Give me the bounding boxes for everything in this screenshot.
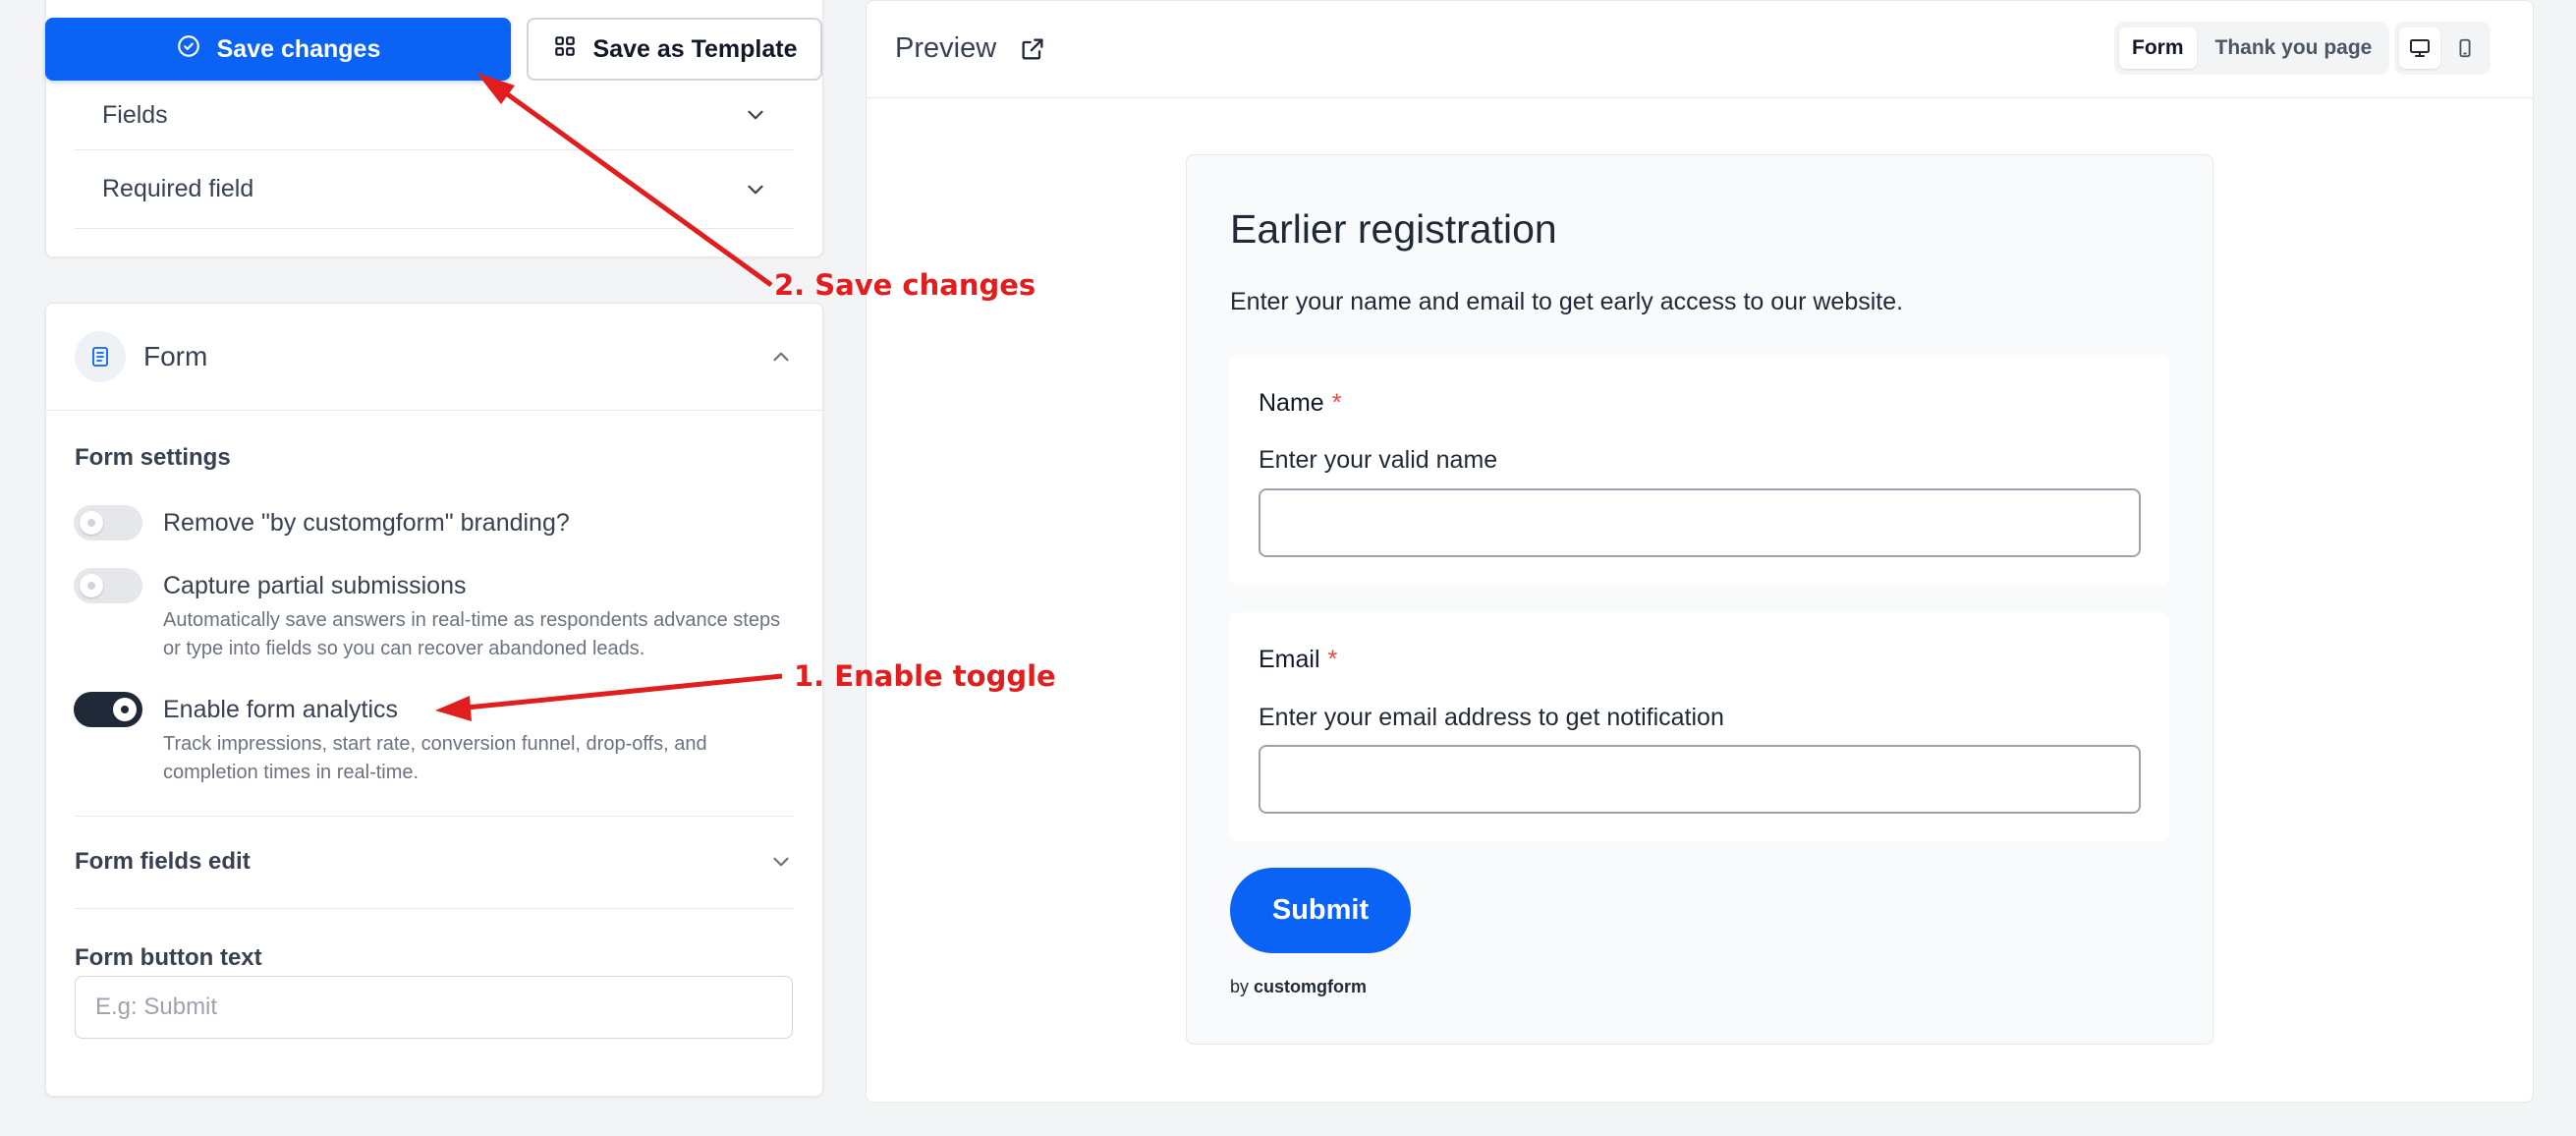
annotation-save-changes: 2. Save changes: [774, 268, 1036, 302]
annotation-enable-toggle: 1. Enable toggle: [794, 659, 1056, 693]
annotation-arrows: [435, 73, 783, 721]
